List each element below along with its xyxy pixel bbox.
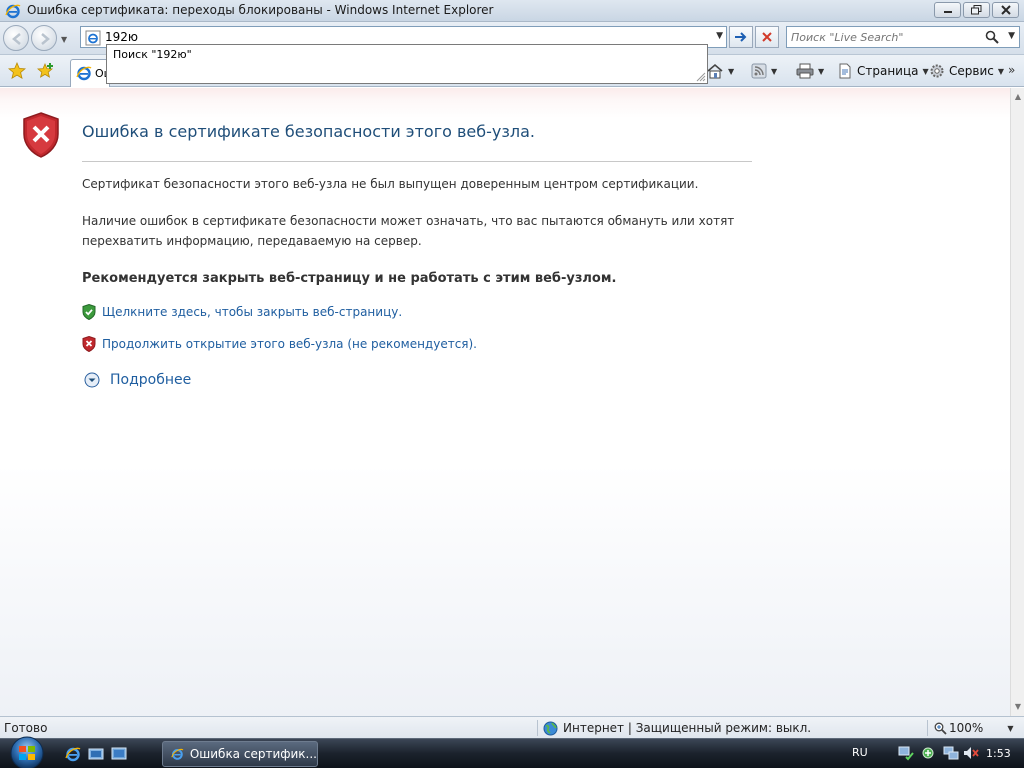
page-content: Ошибка в сертификате безопасности этого … xyxy=(0,88,1010,716)
restore-icon xyxy=(971,5,982,15)
status-text: Готово xyxy=(4,721,48,735)
add-favorites-icon[interactable] xyxy=(37,62,55,80)
vertical-scrollbar[interactable]: ▲ ▼ xyxy=(1010,88,1024,716)
back-button[interactable] xyxy=(3,25,29,51)
home-dropdown-icon[interactable]: ▼ xyxy=(728,67,734,76)
gear-icon xyxy=(930,64,944,78)
go-arrow-icon xyxy=(735,32,747,42)
minimize-button[interactable] xyxy=(934,2,961,18)
more-info-label: Подробнее xyxy=(110,372,192,388)
resize-grip-icon[interactable] xyxy=(694,70,706,82)
tab-current[interactable]: Ош xyxy=(70,59,110,87)
go-button[interactable] xyxy=(729,26,753,48)
page-dropdown-icon: ▼ xyxy=(922,66,929,76)
taskbar-ie-window[interactable]: Ошибка сертифик... xyxy=(162,741,318,767)
search-input[interactable] xyxy=(791,29,987,45)
stop-x-icon xyxy=(762,32,772,42)
status-bar: Готово Интернет | Защищенный режим: выкл… xyxy=(0,716,1024,738)
status-separator xyxy=(537,720,538,736)
maximize-button[interactable] xyxy=(963,2,990,18)
expand-chevron-icon xyxy=(84,372,100,388)
print-button[interactable]: ▼ xyxy=(796,63,824,79)
close-icon xyxy=(1000,5,1011,15)
toolbar-overflow-icon[interactable]: » xyxy=(1008,63,1015,77)
start-button-icon[interactable] xyxy=(6,735,48,768)
autocomplete-item[interactable]: Поиск "192ю" xyxy=(113,48,192,61)
printer-icon xyxy=(796,63,814,79)
taskbar: Ошибка сертифик... RU 1:53 xyxy=(0,735,1024,768)
feeds-button[interactable]: ▼ xyxy=(751,63,777,79)
ie-logo-icon xyxy=(5,4,21,19)
window-title: Ошибка сертификата: переходы блокированы… xyxy=(27,3,494,17)
tools-menu-label: Сервис xyxy=(949,64,994,78)
tools-dropdown-icon: ▼ xyxy=(997,66,1005,76)
zoom-dropdown-icon[interactable]: ▼ xyxy=(1007,724,1013,733)
recommendation-text: Рекомендуется закрыть веб-страницу и не … xyxy=(82,271,617,286)
rss-feed-icon xyxy=(751,63,767,79)
tray-volume-muted-icon[interactable] xyxy=(963,745,979,761)
back-arrow-icon xyxy=(12,33,21,45)
home-icon xyxy=(707,63,723,79)
red-shield-icon xyxy=(82,336,96,352)
history-dropdown-icon[interactable]: ▼ xyxy=(61,35,67,44)
tools-menu-button[interactable]: Сервис ▼ xyxy=(929,63,1004,79)
task-ie-icon xyxy=(171,748,184,760)
error-shield-icon xyxy=(23,112,59,158)
zone-label: Интернет | Защищенный режим: выкл. xyxy=(563,721,812,735)
show-desktop-icon[interactable] xyxy=(88,746,104,762)
close-page-link[interactable]: Щелкните здесь, чтобы закрыть веб-страни… xyxy=(102,305,402,319)
security-zone[interactable]: Интернет | Защищенный режим: выкл. xyxy=(543,720,811,736)
page-icon xyxy=(839,63,851,79)
task-label: Ошибка сертифик... xyxy=(189,747,317,761)
clock[interactable]: 1:53 xyxy=(986,747,1011,760)
tab-ie-icon xyxy=(76,66,92,81)
forward-arrow-icon xyxy=(41,33,50,45)
address-autocomplete: Поиск "192ю" xyxy=(106,44,708,84)
cert-warning-text: Наличие ошибок в сертификате безопасност… xyxy=(82,214,735,248)
more-info-toggle[interactable]: Подробнее xyxy=(84,371,191,389)
cert-issuer-text: Сертификат безопасности этого веб-узла н… xyxy=(82,177,699,191)
status-separator xyxy=(927,720,928,736)
scroll-down-icon[interactable]: ▼ xyxy=(1013,702,1023,712)
home-button[interactable]: ▼ xyxy=(706,63,734,79)
page-title: Ошибка в сертификате безопасности этого … xyxy=(82,122,535,141)
favorites-star-icon[interactable] xyxy=(8,62,26,80)
divider xyxy=(82,161,752,162)
tray-update-icon[interactable] xyxy=(920,745,936,761)
close-window-button[interactable] xyxy=(992,2,1019,18)
language-indicator[interactable]: RU xyxy=(852,746,868,759)
continue-row: Продолжить открытие этого веб-узла (не р… xyxy=(82,336,477,352)
globe-icon xyxy=(543,721,558,735)
feeds-dropdown-icon[interactable]: ▼ xyxy=(771,67,777,76)
search-icon[interactable] xyxy=(985,30,999,44)
page-ie-icon xyxy=(85,30,101,46)
scroll-up-icon[interactable]: ▲ xyxy=(1013,92,1023,102)
switch-windows-icon[interactable] xyxy=(111,746,127,762)
tray-security-icon[interactable] xyxy=(898,745,914,761)
green-shield-icon xyxy=(82,304,96,320)
search-dropdown-icon[interactable]: ▼ xyxy=(1008,31,1015,41)
minimize-icon xyxy=(943,11,952,13)
page-menu-label: Страница xyxy=(857,64,919,78)
forward-button[interactable] xyxy=(31,25,57,51)
page-menu-button[interactable]: Страница ▼ xyxy=(837,63,929,79)
continue-to-site-link[interactable]: Продолжить открытие этого веб-узла (не р… xyxy=(102,337,477,351)
tray-network-icon[interactable] xyxy=(943,745,959,761)
print-dropdown-icon[interactable]: ▼ xyxy=(818,67,824,76)
address-input[interactable] xyxy=(105,29,705,45)
search-box[interactable]: ▼ xyxy=(786,26,1020,48)
stop-button[interactable] xyxy=(755,26,779,48)
zoom-icon xyxy=(934,722,947,735)
quicklaunch-ie-icon[interactable] xyxy=(65,746,81,762)
zoom-level: 100% xyxy=(949,721,984,735)
zoom-control[interactable]: 100% ▼ xyxy=(934,720,1013,736)
address-dropdown-icon[interactable]: ▼ xyxy=(716,31,723,41)
close-page-row: Щелкните здесь, чтобы закрыть веб-страни… xyxy=(82,304,402,320)
title-bar: Ошибка сертификата: переходы блокированы… xyxy=(0,0,1024,22)
